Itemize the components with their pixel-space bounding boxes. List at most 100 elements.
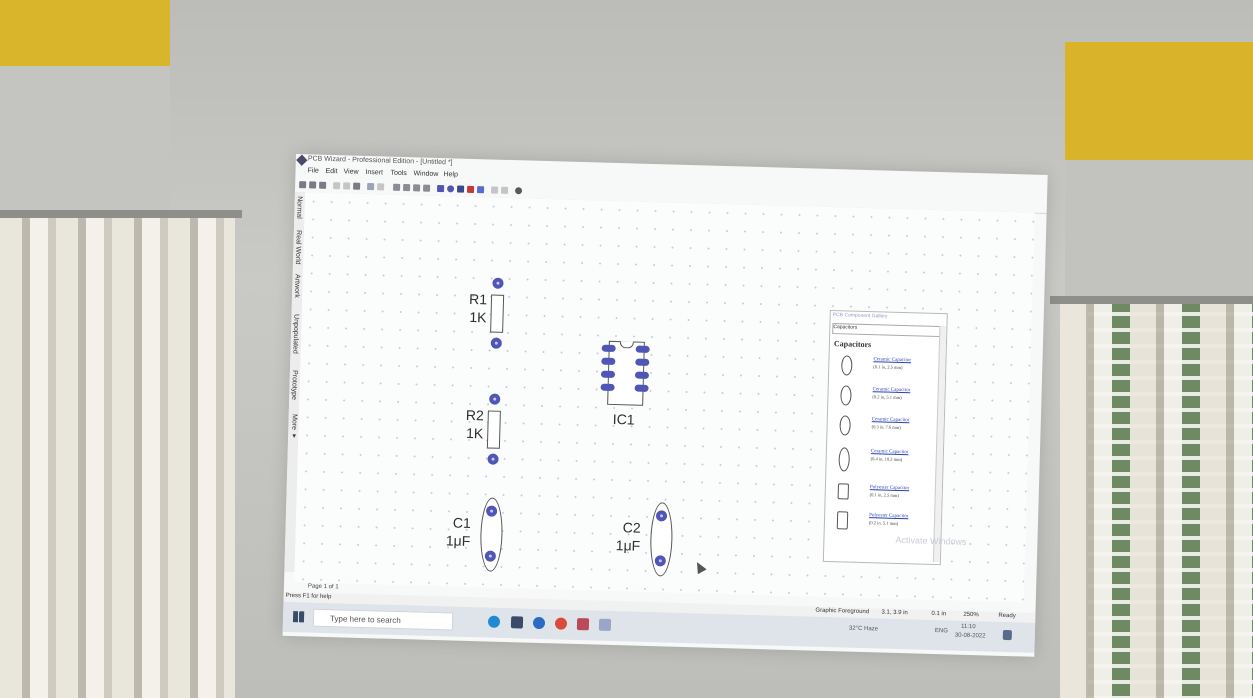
- window-title: PCB Wizard - Professional Edition - [Unt…: [307, 155, 453, 167]
- ic1-pin-3[interactable]: [600, 370, 616, 378]
- zoom-icon[interactable]: [413, 184, 421, 192]
- clock-time[interactable]: 11:10: [961, 624, 976, 630]
- c1-value: 1μF: [445, 532, 471, 550]
- gallery-item[interactable]: Ceramic Capacitor (0.4 in, 10.2 mm): [830, 445, 937, 476]
- app-icon-pink[interactable]: [576, 618, 590, 631]
- gallery-category-select[interactable]: Capacitors: [832, 323, 945, 338]
- rotate-icon[interactable]: [490, 186, 499, 194]
- pad-icon[interactable]: [446, 185, 455, 193]
- ic1-pin-6[interactable]: [634, 371, 650, 379]
- undo-icon[interactable]: [367, 182, 375, 191]
- ceramic-capacitor-icon: [838, 447, 851, 472]
- status-coords: 3.1, 3.9 in: [881, 609, 908, 617]
- gallery-item-name[interactable]: Ceramic Capacitor: [871, 449, 909, 455]
- pcb-wizard-taskbar-icon[interactable]: [598, 618, 612, 631]
- status-state: Ready: [998, 612, 1016, 620]
- component-gallery: PCB Component Gallery Capacitors Capacit…: [822, 309, 948, 566]
- gallery-item-name[interactable]: Ceramic Capacitor: [873, 387, 911, 393]
- ceramic-capacitor-icon: [840, 385, 852, 406]
- tab-artwork[interactable]: Artwork: [293, 274, 301, 298]
- gallery-item-spec: (0.1 in, 2.5 mm): [873, 364, 903, 371]
- gallery-item[interactable]: Ceramic Capacitor (0.2 in, 5.1 mm): [832, 383, 939, 414]
- projected-screen: PCB Wizard - Professional Edition - [Unt…: [282, 154, 1048, 657]
- ic1-notch: [619, 341, 634, 349]
- ie-icon[interactable]: [532, 616, 546, 630]
- r1-resistor-body[interactable]: [490, 294, 505, 333]
- polyester-capacitor-icon: [837, 483, 850, 500]
- app-icon: [296, 154, 308, 166]
- redo-icon[interactable]: [377, 183, 385, 191]
- ic1-pin-8[interactable]: [635, 345, 650, 353]
- menu-insert[interactable]: Insert: [365, 169, 383, 176]
- tab-normal[interactable]: Normal: [295, 196, 303, 219]
- ic1-name: IC1: [612, 410, 635, 428]
- chrome-icon[interactable]: [554, 617, 568, 630]
- ic1-pin-7[interactable]: [635, 358, 650, 366]
- gallery-item-spec: (0.3 in, 7.6 mm): [871, 424, 901, 430]
- r1-pad-top[interactable]: [492, 277, 504, 289]
- tab-unpopulated[interactable]: Unpopulated: [291, 314, 299, 354]
- ic1-pin-4[interactable]: [600, 383, 615, 391]
- clock-date[interactable]: 30-08-2022: [955, 633, 986, 640]
- weather-status[interactable]: 32°C Haze: [849, 626, 878, 633]
- ceiling-beam-left: [0, 0, 170, 66]
- gallery-item[interactable]: Polyester Capacitor (0.1 in, 2.5 mm): [829, 481, 936, 512]
- copy-icon[interactable]: [343, 182, 351, 190]
- menu-tools[interactable]: Tools: [390, 170, 407, 177]
- gallery-item-name[interactable]: Polyester Capacitor: [870, 485, 909, 491]
- open-icon[interactable]: [299, 181, 307, 189]
- search-placeholder: Type here to search: [329, 614, 401, 626]
- menu-help[interactable]: Help: [443, 171, 458, 178]
- print-icon[interactable]: [319, 181, 327, 189]
- menu-window[interactable]: Window: [413, 170, 438, 178]
- cut-icon[interactable]: [333, 182, 341, 190]
- delete-icon[interactable]: [423, 184, 431, 192]
- gallery-icon[interactable]: [514, 187, 523, 195]
- taskbar-search-input[interactable]: Type here to search: [312, 608, 454, 631]
- text-icon[interactable]: [476, 186, 485, 194]
- ic1-pin-1[interactable]: [601, 344, 616, 353]
- ceramic-capacitor-icon: [841, 355, 853, 376]
- windows-start-icon[interactable]: [292, 611, 305, 623]
- gallery-item-name[interactable]: Ceramic Capacitor: [873, 357, 911, 363]
- tab-more[interactable]: More ▾: [289, 414, 298, 440]
- save-icon[interactable]: [309, 181, 317, 189]
- r1-pad-bottom[interactable]: [490, 337, 502, 349]
- r2-resistor-body[interactable]: [486, 410, 501, 449]
- ic1-pin-2[interactable]: [601, 357, 616, 365]
- c2-name: C2: [622, 519, 641, 536]
- menu-edit[interactable]: Edit: [325, 168, 337, 175]
- activate-windows-watermark: Activate Windows: [895, 534, 967, 547]
- r2-pad-top[interactable]: [489, 393, 501, 405]
- paste-icon[interactable]: [353, 182, 361, 190]
- track-icon[interactable]: [436, 184, 445, 193]
- status-zoom: 250%: [963, 611, 979, 619]
- design-canvas[interactable]: R1 1K R2 1K IC1 C1 1μF C2 1μF PCB Compon…: [294, 192, 1035, 603]
- copper-area-icon[interactable]: [466, 185, 475, 193]
- gallery-item-name[interactable]: Ceramic Capacitor: [872, 417, 910, 423]
- menu-file[interactable]: File: [307, 167, 318, 174]
- ic1-pin-5[interactable]: [634, 384, 649, 392]
- gallery-item[interactable]: Ceramic Capacitor (0.3 in, 7.6 mm): [831, 413, 938, 444]
- curtain-rod-right: [1050, 296, 1253, 304]
- language-indicator[interactable]: ENG: [935, 628, 948, 634]
- smd-pad-icon[interactable]: [456, 185, 465, 193]
- status-grid: 0.1 in: [931, 610, 947, 618]
- pan-hand-icon[interactable]: [403, 184, 411, 192]
- gallery-item[interactable]: Ceramic Capacitor (0.1 in, 2.5 mm): [833, 353, 940, 384]
- select-arrow-icon[interactable]: [393, 183, 401, 191]
- flip-icon[interactable]: [500, 186, 509, 194]
- file-explorer-icon[interactable]: [510, 616, 524, 629]
- r2-pad-bottom[interactable]: [487, 453, 499, 465]
- gallery-item-name[interactable]: Polyester Capacitor: [869, 513, 908, 519]
- edge-icon[interactable]: [487, 615, 501, 628]
- notification-icon[interactable]: [1002, 629, 1012, 641]
- status-help: Press F1 for help: [285, 592, 332, 601]
- polyester-capacitor-icon: [836, 511, 849, 530]
- tab-prototype[interactable]: Prototype: [290, 370, 298, 400]
- gallery-item-spec: (0.4 in, 10.2 mm): [870, 456, 903, 463]
- menu-view[interactable]: View: [343, 168, 358, 175]
- tab-real-world[interactable]: Real World: [294, 230, 302, 265]
- page-indicator[interactable]: Page 1 of 1: [308, 584, 339, 591]
- gallery-title: PCB Component Gallery: [832, 312, 888, 320]
